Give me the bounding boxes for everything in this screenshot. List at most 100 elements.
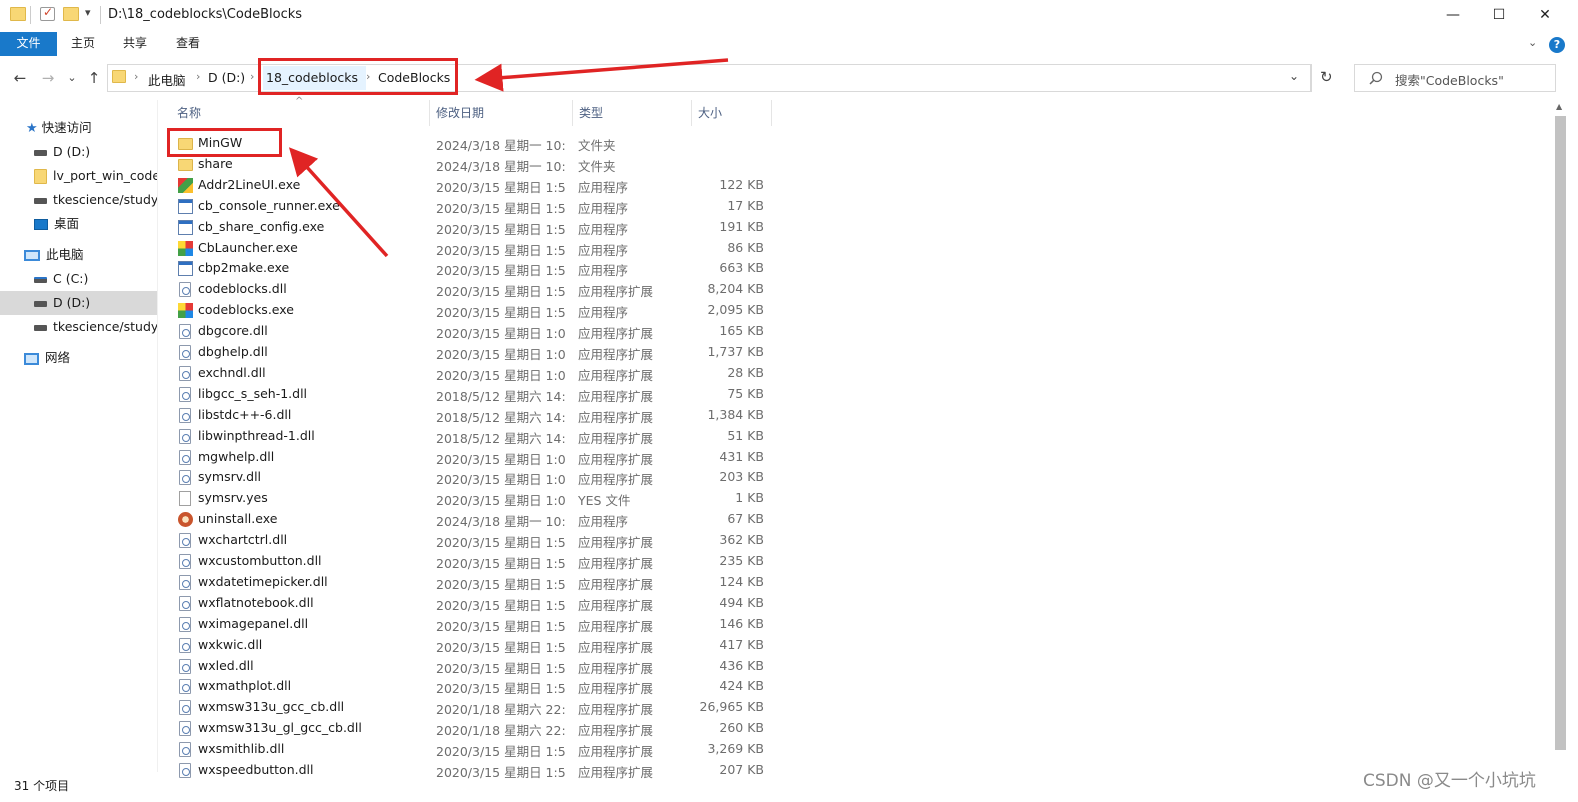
file-row[interactable]: libstdc++-6.dll 2018/5/12 星期六 14:... 应用程序扩…: [172, 405, 772, 426]
sidebar-quick-access[interactable]: ★ 快速访问: [0, 116, 157, 140]
file-row[interactable]: wxkwic.dll 2020/3/15 星期日 1:56 应用程序扩展 417 KB: [172, 635, 772, 656]
file-row[interactable]: wxdatetimepicker.dll 2020/3/15 星期日 1:56 应用…: [172, 572, 772, 593]
file-type: YES 文件: [578, 493, 631, 509]
file-type: 应用程序扩展: [578, 618, 654, 634]
forward-button[interactable]: →: [38, 68, 58, 88]
column-divider[interactable]: [429, 100, 430, 126]
column-divider[interactable]: [691, 100, 692, 126]
help-icon[interactable]: ?: [1549, 37, 1565, 53]
file-row[interactable]: wxflatnotebook.dll 2020/3/15 星期日 1:56 应用程序…: [172, 593, 772, 614]
sidebar-label: tkescience/study (: [53, 192, 157, 207]
file-row[interactable]: codeblocks.exe 2020/3/15 星期日 1:56 应用程序 2,09…: [172, 300, 772, 321]
sidebar-item-d-drive-selected[interactable]: D (D:): [0, 291, 157, 315]
column-header-type[interactable]: 类型: [579, 104, 603, 124]
file-row[interactable]: dbgcore.dll 2020/3/15 星期日 1:04 应用程序扩展 165 K…: [172, 321, 772, 342]
tab-share[interactable]: 共享: [123, 32, 147, 56]
file-type: 应用程序扩展: [578, 472, 654, 488]
file-row[interactable]: cb_console_runner.exe 2020/3/15 星期日 1:56 应…: [172, 196, 772, 217]
file-row[interactable]: wxsmithlib.dll 2020/3/15 星期日 1:56 应用程序扩展 3,…: [172, 739, 772, 760]
back-button[interactable]: ←: [10, 68, 30, 88]
sidebar-item-c-drive[interactable]: C (C:): [0, 267, 157, 291]
file-row[interactable]: share 2024/3/18 星期一 10:... 文件夹: [172, 154, 772, 175]
dll-icon: [179, 470, 191, 486]
file-date: 2020/3/15 星期日 1:56: [436, 179, 566, 195]
sidebar-label: tkescience/study (: [53, 319, 157, 334]
recent-locations-chevron-icon[interactable]: ⌄: [62, 68, 82, 88]
sidebar-label: 快速访问: [41, 120, 92, 135]
file-type: 应用程序扩展: [578, 765, 654, 780]
file-row[interactable]: uninstall.exe 2024/3/18 星期一 10:... 应用程序 67 …: [172, 509, 772, 530]
file-type: 应用程序扩展: [578, 702, 654, 718]
dll-icon: [179, 574, 191, 590]
up-button[interactable]: ↑: [84, 68, 104, 88]
file-row[interactable]: wxmathplot.dll 2020/3/15 星期日 1:56 应用程序扩展 42…: [172, 676, 772, 697]
watermark: CSDN @又一个小坑坑: [1363, 771, 1536, 791]
scroll-up-icon[interactable]: ▲: [1556, 102, 1562, 111]
file-date: 2020/3/15 星期日 1:56: [436, 660, 566, 676]
sidebar-item-lv-port[interactable]: lv_port_win_codeb: [0, 164, 157, 188]
tab-view[interactable]: 查看: [176, 32, 200, 56]
file-row[interactable]: wxcustombutton.dll 2020/3/15 星期日 1:56 应用程序…: [172, 551, 772, 572]
file-row[interactable]: libgcc_s_seh-1.dll 2018/5/12 星期六 14:... 应用…: [172, 384, 772, 405]
new-folder-icon[interactable]: [63, 7, 79, 21]
sidebar-this-pc[interactable]: 此电脑: [0, 243, 157, 267]
file-name: wximagepanel.dll: [198, 615, 309, 631]
sidebar-item-desktop[interactable]: 桌面: [0, 212, 157, 236]
file-row[interactable]: dbghelp.dll 2020/3/15 星期日 1:04 应用程序扩展 1,737…: [172, 342, 772, 363]
file-row[interactable]: symsrv.dll 2020/3/15 星期日 1:04 应用程序扩展 203 KB: [172, 467, 772, 488]
column-header-size[interactable]: 大小: [698, 104, 722, 124]
file-row[interactable]: cbp2make.exe 2020/3/15 星期日 1:56 应用程序 663 KB: [172, 258, 772, 279]
file-date: 2020/3/15 星期日 1:56: [436, 200, 566, 216]
file-row[interactable]: CbLauncher.exe 2020/3/15 星期日 1:56 应用程序 86 K…: [172, 238, 772, 259]
file-type: 应用程序: [578, 305, 629, 321]
file-row[interactable]: cb_share_config.exe 2020/3/15 星期日 1:56 应用程…: [172, 217, 772, 238]
file-row[interactable]: exchndl.dll 2020/3/15 星期日 1:04 应用程序扩展 28 KB: [172, 363, 772, 384]
tab-file[interactable]: 文件: [0, 32, 57, 56]
file-row[interactable]: wxled.dll 2020/3/15 星期日 1:56 应用程序扩展 436 KB: [172, 656, 772, 677]
file-row[interactable]: wximagepanel.dll 2020/3/15 星期日 1:56 应用程序扩展…: [172, 614, 772, 635]
column-divider[interactable]: [572, 100, 573, 126]
breadcrumb-separator[interactable]: ›: [196, 70, 200, 83]
maximize-button[interactable]: ☐: [1476, 0, 1522, 32]
file-name: codeblocks.exe: [198, 302, 294, 318]
file-row[interactable]: symsrv.yes 2020/3/15 星期日 1:04 YES 文件 1 KB: [172, 488, 772, 509]
file-row[interactable]: wxmsw313u_gl_gcc_cb.dll 2020/1/18 星期六 22:…: [172, 718, 772, 739]
properties-icon[interactable]: [40, 5, 55, 21]
address-dropdown-icon[interactable]: ⌄: [1289, 69, 1299, 83]
file-name: codeblocks.dll: [198, 281, 287, 297]
breadcrumb-this-pc[interactable]: 此电脑: [148, 70, 186, 89]
column-header-name[interactable]: 名称: [177, 104, 201, 124]
file-date: 2020/3/15 星期日 1:04: [436, 347, 566, 362]
file-row[interactable]: wxmsw313u_gcc_cb.dll 2020/1/18 星期六 22:...…: [172, 697, 772, 718]
file-row[interactable]: wxspeedbutton.dll 2020/3/15 星期日 1:56 应用程序扩…: [172, 760, 772, 781]
breadcrumb-separator[interactable]: ›: [250, 70, 254, 83]
exe-icon: [178, 219, 193, 235]
file-size: 203 KB: [719, 469, 764, 485]
scrollbar-thumb[interactable]: [1555, 116, 1566, 750]
breadcrumb-separator[interactable]: ›: [134, 70, 138, 83]
divider: [1311, 64, 1312, 92]
breadcrumb-d-drive[interactable]: D (D:): [208, 70, 245, 85]
sidebar-network[interactable]: 网络: [0, 346, 157, 370]
column-header-date[interactable]: 修改日期: [436, 104, 484, 124]
file-row[interactable]: mgwhelp.dll 2020/3/15 星期日 1:04 应用程序扩展 431 K…: [172, 447, 772, 468]
minimize-button[interactable]: —: [1430, 0, 1476, 32]
close-button[interactable]: ✕: [1522, 0, 1568, 32]
file-row[interactable]: codeblocks.dll 2020/3/15 星期日 1:56 应用程序扩展 8,…: [172, 279, 772, 300]
column-divider[interactable]: [771, 100, 772, 126]
file-row[interactable]: wxchartctrl.dll 2020/3/15 星期日 1:56 应用程序扩展 3…: [172, 530, 772, 551]
tab-home[interactable]: 主页: [71, 32, 95, 56]
expand-ribbon-chevron-icon[interactable]: ⌄: [1528, 36, 1537, 49]
file-date: 2020/3/15 星期日 1:56: [436, 639, 566, 655]
file-row[interactable]: Addr2LineUI.exe 2020/3/15 星期日 1:56 应用程序 122…: [172, 175, 772, 196]
refresh-icon[interactable]: ↻: [1320, 68, 1333, 86]
file-name: wxcustombutton.dll: [198, 553, 322, 568]
sidebar-item-tkescience-pc[interactable]: tkescience/study (: [0, 315, 157, 339]
sidebar-label: 网络: [45, 350, 71, 365]
sidebar-item-tkescience[interactable]: tkescience/study (: [0, 188, 157, 212]
file-type: 应用程序扩展: [578, 639, 654, 655]
file-type: 应用程序扩展: [578, 451, 654, 467]
file-row[interactable]: libwinpthread-1.dll 2018/5/12 星期六 14:... 应…: [172, 426, 772, 447]
quick-access-toolbar-dropdown-icon[interactable]: ▾: [85, 6, 91, 19]
sidebar-item-d-drive[interactable]: D (D:): [0, 140, 157, 164]
